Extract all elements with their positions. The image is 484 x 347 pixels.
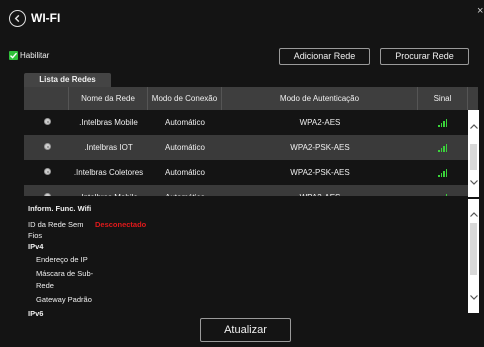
table-row[interactable]: .Intelbras Mobile Automático WPA2-AES bbox=[24, 185, 468, 196]
column-header-mode: Modo de Conexão bbox=[148, 87, 222, 110]
close-icon[interactable]: × bbox=[477, 5, 483, 17]
signal-icon bbox=[438, 144, 447, 152]
ssid-status: Desconectado bbox=[95, 220, 147, 229]
column-header-select bbox=[24, 87, 69, 110]
network-table-body: .Intelbras Mobile Automático WPA2-AES .I… bbox=[0, 110, 484, 196]
enable-checkbox[interactable] bbox=[9, 51, 18, 60]
scroll-up-icon[interactable] bbox=[468, 208, 479, 220]
row-radio[interactable] bbox=[44, 193, 51, 196]
scroll-down-icon[interactable] bbox=[468, 291, 479, 303]
signal-icon bbox=[438, 119, 447, 127]
column-header-signal: Sinal bbox=[418, 87, 468, 110]
network-name: .Intelbras Coletores bbox=[73, 168, 144, 177]
auth-mode: WPA2-AES bbox=[222, 185, 418, 196]
update-button[interactable]: Atualizar bbox=[200, 318, 291, 342]
back-button[interactable] bbox=[9, 10, 26, 27]
auth-mode: WPA2-PSK-AES bbox=[290, 143, 350, 152]
checkmark-icon bbox=[10, 52, 18, 59]
connection-mode: Automático bbox=[164, 168, 206, 177]
network-name: .Intelbras Mobile bbox=[69, 185, 148, 196]
search-network-button[interactable]: Procurar Rede bbox=[380, 48, 469, 65]
column-header-name: Nome da Rede bbox=[69, 87, 148, 110]
table-row[interactable]: .Intelbras Mobile Automático WPA2-AES bbox=[24, 110, 468, 135]
row-radio[interactable] bbox=[44, 143, 51, 150]
gateway-label: Gateway Padrão bbox=[36, 295, 92, 304]
add-network-button[interactable]: Adicionar Rede bbox=[279, 48, 370, 65]
chevron-left-icon bbox=[14, 14, 20, 23]
ssid-label: ID da Rede Sem bbox=[28, 220, 84, 229]
network-name: .Intelbras IOT bbox=[84, 143, 133, 152]
row-radio[interactable] bbox=[44, 168, 51, 175]
info-section-title: Inform. Func. Wifi bbox=[28, 204, 92, 213]
signal-icon bbox=[438, 169, 447, 177]
ip-address-label: Endereço de IP bbox=[36, 255, 88, 264]
table-scrollbar[interactable] bbox=[468, 110, 479, 197]
connection-mode: Automático bbox=[148, 185, 222, 196]
info-scrollbar[interactable] bbox=[468, 199, 479, 313]
tab-network-list[interactable]: Lista de Redes bbox=[24, 73, 111, 87]
enable-label: Habilitar bbox=[20, 51, 50, 60]
column-header-auth: Modo de Autenticação bbox=[222, 87, 418, 110]
scroll-thumb[interactable] bbox=[470, 223, 477, 275]
ipv4-label: IPv4 bbox=[28, 242, 44, 251]
network-name: .Intelbras Mobile bbox=[79, 118, 138, 127]
wifi-info-panel: Inform. Func. Wifi ID da Rede Sem Descon… bbox=[24, 199, 469, 317]
wire-label: Fios bbox=[28, 231, 43, 240]
scroll-thumb[interactable] bbox=[470, 144, 477, 170]
subnet-label: Máscara de Sub- bbox=[36, 269, 94, 278]
auth-mode: WPA2-AES bbox=[299, 118, 341, 127]
scroll-down-icon[interactable] bbox=[468, 176, 479, 188]
signal-icon bbox=[438, 194, 447, 196]
network-table-header: Nome da Rede Modo de Conexão Modo de Aut… bbox=[24, 87, 478, 110]
connection-mode: Automático bbox=[164, 118, 206, 127]
page-title: WI-FI bbox=[31, 11, 61, 25]
auth-mode: WPA2-PSK-AES bbox=[290, 168, 350, 177]
scroll-up-icon[interactable] bbox=[468, 120, 479, 132]
row-radio[interactable] bbox=[44, 118, 51, 125]
ipv6-label: IPv6 bbox=[28, 309, 44, 317]
table-row[interactable]: .Intelbras Coletores Automático WPA2-PSK… bbox=[24, 160, 468, 185]
connection-mode: Automático bbox=[164, 143, 206, 152]
table-row[interactable]: .Intelbras IOT Automático WPA2-PSK-AES bbox=[24, 135, 468, 160]
subnet-label-cont: Rede bbox=[36, 281, 54, 290]
